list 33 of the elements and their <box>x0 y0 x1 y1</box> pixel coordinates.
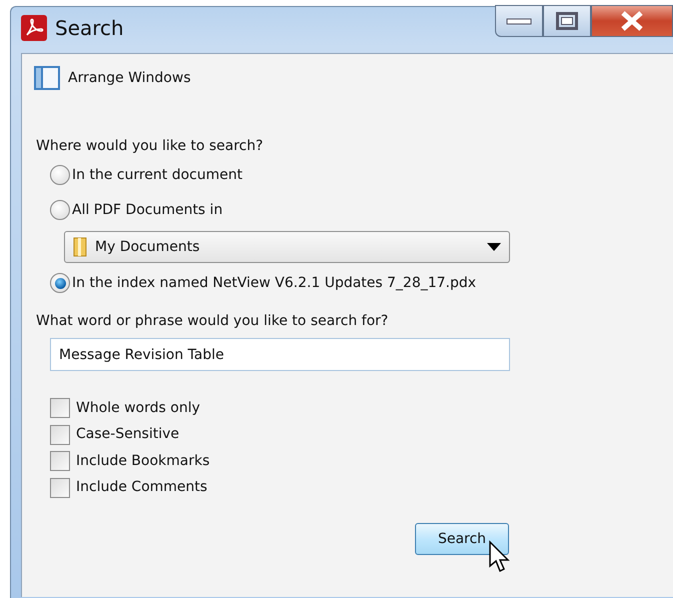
option-label[interactable]: In the index named NetView V6.2.1 Updates 7_28_17.pdx <box>72 272 476 294</box>
close-button[interactable] <box>591 5 673 37</box>
radio-button[interactable] <box>50 273 70 293</box>
folder-dropdown[interactable]: My Documents <box>64 231 510 263</box>
checkbox-label[interactable]: Include Comments <box>76 477 208 498</box>
search-button[interactable]: Search <box>415 523 509 555</box>
minimize-button[interactable] <box>495 5 543 37</box>
option-label[interactable]: All PDF Documents in <box>72 200 223 220</box>
maximize-icon <box>556 12 578 30</box>
window-title: Search <box>55 15 124 42</box>
question-label: Where would you like to search? <box>35 137 264 156</box>
checkbox[interactable] <box>50 451 70 472</box>
checkbox-label[interactable]: Case-Sensitive <box>76 424 180 446</box>
pdf-app-icon <box>21 15 47 41</box>
question-label: What word or phrase would you like to search for? <box>35 312 390 331</box>
window-layout-icon[interactable] <box>34 66 60 90</box>
mouse-pointer-icon <box>488 540 510 574</box>
maximize-button[interactable] <box>543 5 591 37</box>
folder-icon <box>73 236 87 258</box>
checkbox[interactable] <box>50 398 70 418</box>
close-icon <box>621 11 643 31</box>
dropdown-caret-icon <box>487 243 501 251</box>
checkbox[interactable] <box>50 478 70 498</box>
checkbox[interactable] <box>50 424 70 445</box>
search-phrase-field[interactable]: Message Revision Table <box>50 338 510 371</box>
checkbox-label[interactable]: Include Bookmarks <box>76 450 210 472</box>
checkbox-label[interactable]: Whole words only <box>76 398 200 419</box>
radio-button[interactable] <box>50 200 70 220</box>
radio-button[interactable] <box>50 165 70 185</box>
minimize-icon <box>506 18 532 24</box>
option-label[interactable]: In the current document <box>72 164 242 186</box>
arrange-windows-label[interactable]: Arrange Windows <box>68 68 191 88</box>
folder-value: My Documents <box>95 238 201 256</box>
